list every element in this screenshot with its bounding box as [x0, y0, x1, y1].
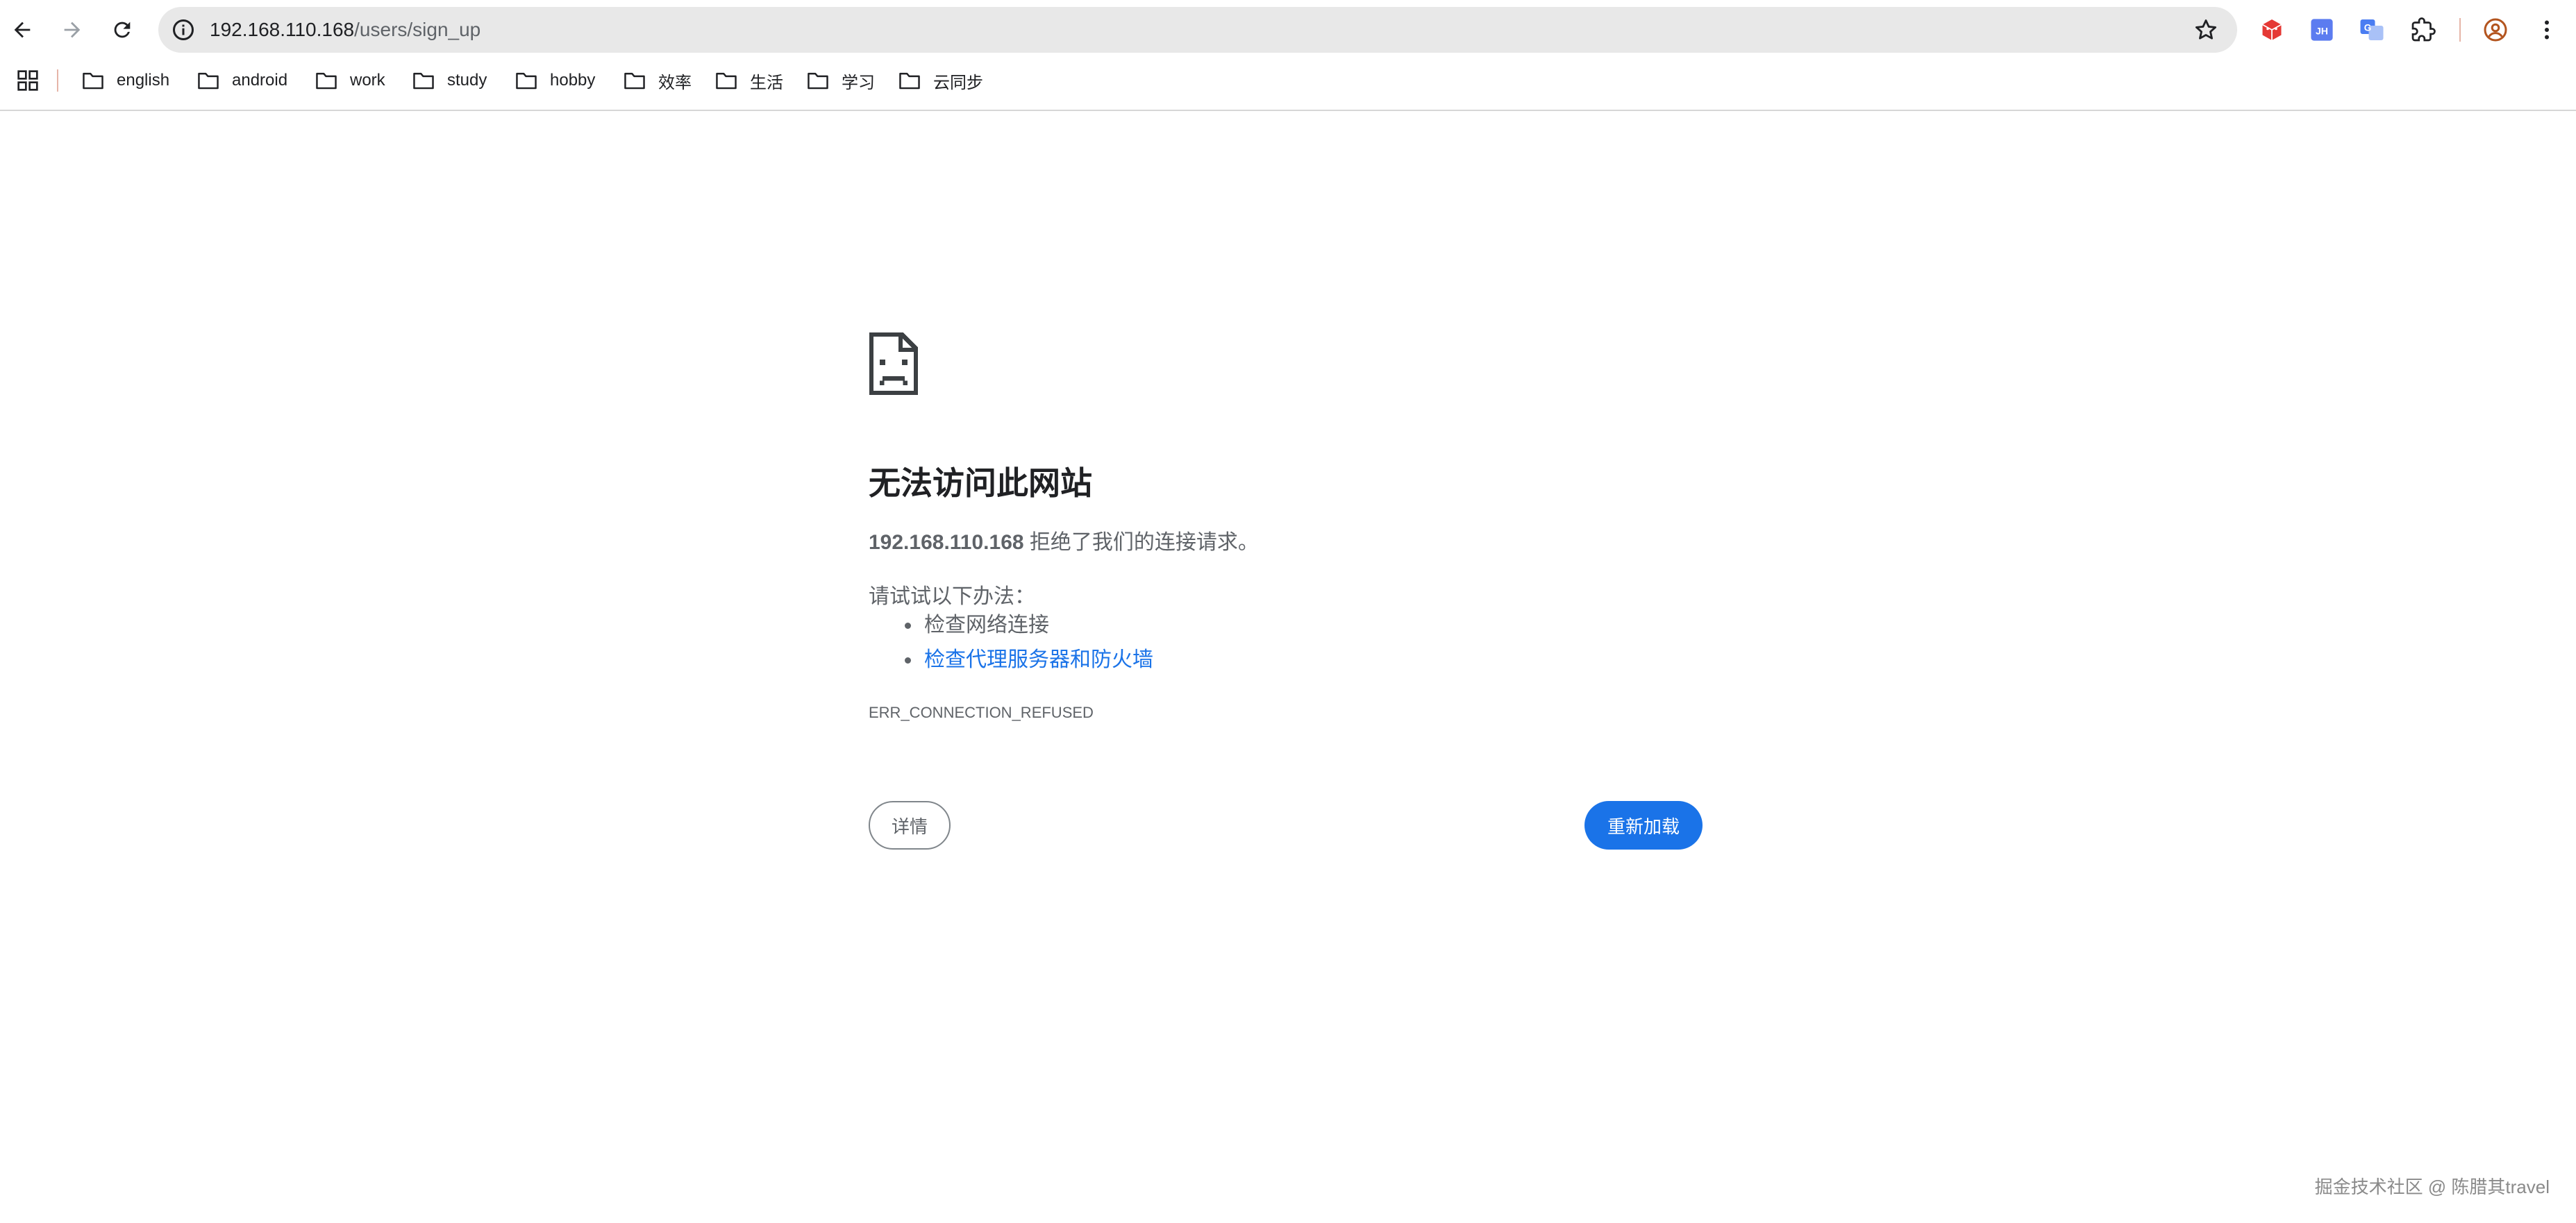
- bookmark-folder-cloud-sync[interactable]: 云同步: [898, 60, 983, 101]
- site-info-icon[interactable]: [171, 17, 196, 42]
- reload-browser-button[interactable]: [104, 12, 140, 48]
- bookmark-label: 生活: [750, 73, 783, 92]
- bookmark-label: 效率: [658, 73, 692, 92]
- jh-icon-text: JH: [2316, 26, 2328, 37]
- extensions-button[interactable]: [2411, 17, 2436, 42]
- profile-icon: [2484, 18, 2507, 42]
- back-button[interactable]: [4, 12, 40, 48]
- error-title: 无法访问此网站: [869, 465, 1092, 501]
- bookmark-folder-android[interactable]: android: [197, 60, 287, 101]
- folder-icon: [83, 72, 103, 90]
- folder-icon: [516, 72, 537, 90]
- folder-icon: [413, 72, 434, 90]
- browser-toolbar: 192.168.110.168/users/sign_up JH G: [0, 0, 2576, 60]
- error-message: 192.168.110.168 拒绝了我们的连接请求。: [869, 525, 1259, 555]
- sad-page-icon: [869, 332, 919, 396]
- watermark: 掘金技术社区 @ 陈腊其travel: [2314, 1176, 2550, 1197]
- bookmark-folder-study[interactable]: study: [412, 60, 487, 101]
- bookmarks-divider: [57, 69, 58, 92]
- folder-icon: [808, 72, 828, 90]
- bookmark-label: study: [447, 71, 487, 90]
- bookmark-folder-life[interactable]: 生活: [715, 60, 783, 101]
- menu-button[interactable]: [2534, 17, 2559, 42]
- folder-icon: [198, 72, 219, 90]
- reload-button[interactable]: 重新加载: [1584, 801, 1703, 850]
- url-path: /users/sign_up: [354, 19, 481, 40]
- suggestions-list: 检查网络连接 检查代理服务器和防火墙: [869, 608, 1153, 677]
- bookmark-folder-learning[interactable]: 学习: [807, 60, 875, 101]
- bookmark-label: english: [117, 71, 170, 90]
- folder-icon: [899, 72, 920, 90]
- refresh-icon: [114, 22, 131, 38]
- details-button[interactable]: 详情: [869, 801, 951, 850]
- bookmark-folder-efficiency[interactable]: 效率: [624, 60, 692, 101]
- folder-icon: [624, 72, 645, 90]
- suggestion-check-network: 检查网络连接: [869, 608, 1153, 643]
- folder-icon: [316, 72, 337, 90]
- apps-grid-icon[interactable]: [17, 69, 39, 92]
- profile-button[interactable]: [2483, 17, 2508, 42]
- arrow-left-icon: [14, 22, 31, 38]
- bookmark-folder-hobby[interactable]: hobby: [515, 60, 595, 101]
- svg-text:G: G: [2364, 23, 2372, 33]
- bookmark-star-icon[interactable]: [2193, 17, 2219, 43]
- bookmark-folder-english[interactable]: english: [82, 60, 169, 101]
- url-text[interactable]: 192.168.110.168/users/sign_up: [210, 7, 480, 53]
- forward-button[interactable]: [54, 12, 90, 48]
- error-code: ERR_CONNECTION_REFUSED: [869, 704, 1094, 721]
- folder-icon: [716, 72, 737, 90]
- translate-icon: G: [2360, 19, 2384, 40]
- error-host: 192.168.110.168: [869, 531, 1024, 554]
- bookmark-label: 学习: [842, 73, 875, 92]
- extension-red-cube[interactable]: [2259, 17, 2284, 42]
- bookmark-label: hobby: [550, 71, 596, 90]
- bookmark-label: 云同步: [933, 73, 983, 92]
- toolbar-divider: [2459, 18, 2461, 42]
- bookmark-folder-work[interactable]: work: [315, 60, 385, 101]
- bookmark-label: work: [350, 71, 385, 90]
- bookmarks-bar: english android work study hobby 效率 生活 学…: [0, 60, 2576, 111]
- suggestions-label: 请试试以下办法：: [869, 585, 1035, 608]
- error-message-text: 拒绝了我们的连接请求。: [1023, 531, 1259, 554]
- jh-icon: JH: [2311, 19, 2333, 41]
- extension-translate[interactable]: G: [2359, 17, 2384, 42]
- suggestion-check-proxy-link[interactable]: 检查代理服务器和防火墙: [869, 643, 1153, 677]
- address-bar[interactable]: 192.168.110.168/users/sign_up: [158, 7, 2237, 53]
- extension-jh[interactable]: JH: [2309, 17, 2334, 42]
- red-cube-icon: [2262, 19, 2282, 40]
- url-host: 192.168.110.168: [210, 19, 355, 40]
- more-vertical-icon: [2545, 20, 2549, 40]
- arrow-right-icon: [64, 22, 81, 38]
- bookmark-label: android: [232, 71, 288, 90]
- puzzle-icon: [2411, 17, 2436, 42]
